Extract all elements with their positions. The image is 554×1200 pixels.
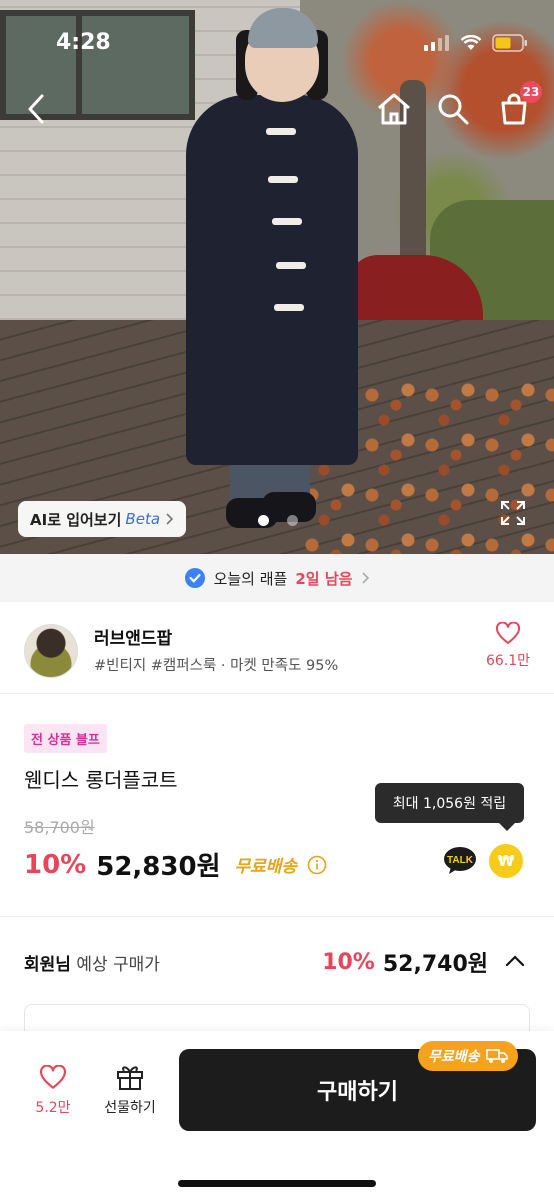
price-row: 10% 52,830원 무료배송: [24, 846, 327, 883]
chevron-right-icon: [362, 572, 370, 584]
coat-toggle: [276, 262, 306, 269]
expand-icon: [501, 501, 525, 525]
ai-try-on-label: AI로 입어보기: [30, 510, 122, 529]
coat-toggle: [274, 304, 304, 311]
raffle-banner[interactable]: 오늘의 래플 2일 남음: [0, 554, 554, 602]
member-price-row[interactable]: 회원님 예상 구매가 10% 52,740원: [0, 940, 554, 984]
buy-free-shipping-badge: 무료배송: [418, 1041, 518, 1071]
fullscreen-button[interactable]: [500, 500, 526, 530]
shop-name[interactable]: 러브앤드팝: [94, 624, 172, 649]
coat-toggle: [268, 176, 298, 183]
buy-free-shipping-label: 무료배송: [428, 1049, 480, 1065]
promo-badge: 전 상품 블프: [24, 724, 107, 753]
search-icon: [438, 94, 469, 125]
shop-row[interactable]: 러브앤드팝 #빈티지 #캠퍼스룩 · 마켓 만족도 95% 66.1만: [0, 602, 554, 694]
points-coin-button[interactable]: ₩: [489, 844, 523, 878]
raffle-label: 오늘의 래플: [213, 569, 288, 588]
member-final-price: 52,740원: [382, 952, 488, 977]
product-image[interactable]: [0, 0, 554, 554]
coat-toggle: [266, 128, 296, 135]
like-button[interactable]: 5.2만: [30, 1065, 76, 1117]
section-divider: [0, 916, 554, 917]
kakao-talk-button[interactable]: TALK: [443, 846, 477, 876]
discount-rate: 10%: [24, 849, 87, 880]
member-price: 10% 52,740원: [322, 946, 488, 978]
ai-try-on-button[interactable]: AI로 입어보기 Beta: [18, 501, 187, 537]
photo-coat: [186, 95, 358, 465]
info-icon[interactable]: [307, 855, 327, 875]
search-button[interactable]: [433, 89, 473, 129]
home-indicator: [178, 1180, 376, 1187]
shop-like-button[interactable]: 66.1만: [486, 622, 530, 670]
heart-icon: [495, 622, 520, 644]
cart-count-badge: 23: [520, 81, 542, 103]
gift-label: 선물하기: [104, 1100, 156, 1116]
original-price: 58,700원: [24, 818, 95, 837]
status-time: 4:28: [56, 30, 111, 55]
battery-icon: [492, 34, 527, 52]
shop-tags: #빈티지 #캠퍼스룩 · 마켓 만족도 95%: [94, 658, 339, 674]
delivery-truck-icon: [485, 1049, 508, 1063]
verified-badge-icon: [184, 568, 205, 588]
points-tooltip: 최대 1,056원 적립: [375, 783, 524, 831]
chevron-left-icon: [28, 94, 44, 124]
home-icon: [378, 93, 410, 125]
gift-button[interactable]: 선물하기: [98, 1063, 162, 1117]
heart-icon: [40, 1065, 66, 1089]
member-price-label: 회원님 예상 구매가: [24, 955, 160, 975]
coat-toggle: [272, 218, 302, 225]
home-button[interactable]: [374, 89, 414, 129]
product-name: 웬디스 롱더플코트: [24, 768, 178, 792]
wifi-icon: [460, 35, 482, 50]
won-coin-icon: ₩: [497, 852, 515, 870]
shop-like-count: 66.1만: [485, 653, 530, 669]
raffle-remaining: 2일 남음: [295, 569, 353, 588]
chevron-up-icon[interactable]: [504, 950, 526, 972]
pagination-dot[interactable]: [258, 515, 269, 526]
cart-button[interactable]: 23: [494, 81, 542, 129]
status-icons: [424, 34, 528, 52]
chevron-right-icon: [166, 513, 174, 525]
beta-label: Beta: [125, 510, 161, 528]
back-button[interactable]: [16, 89, 56, 129]
shop-avatar[interactable]: [24, 624, 78, 678]
svg-text:TALK: TALK: [447, 855, 474, 866]
like-count: 5.2만: [35, 1100, 71, 1116]
pagination-dot[interactable]: [287, 515, 298, 526]
sale-price: 52,830원: [96, 852, 221, 882]
member-discount: 10%: [322, 949, 375, 975]
signal-icon: [424, 35, 449, 51]
gift-icon: [117, 1066, 143, 1090]
free-shipping-label: 무료배송: [234, 857, 298, 877]
bottom-action-bar: 5.2만 선물하기 구매하기 무료배송: [0, 1031, 554, 1200]
image-pagination: [258, 515, 298, 526]
talk-icon: TALK: [444, 847, 476, 874]
